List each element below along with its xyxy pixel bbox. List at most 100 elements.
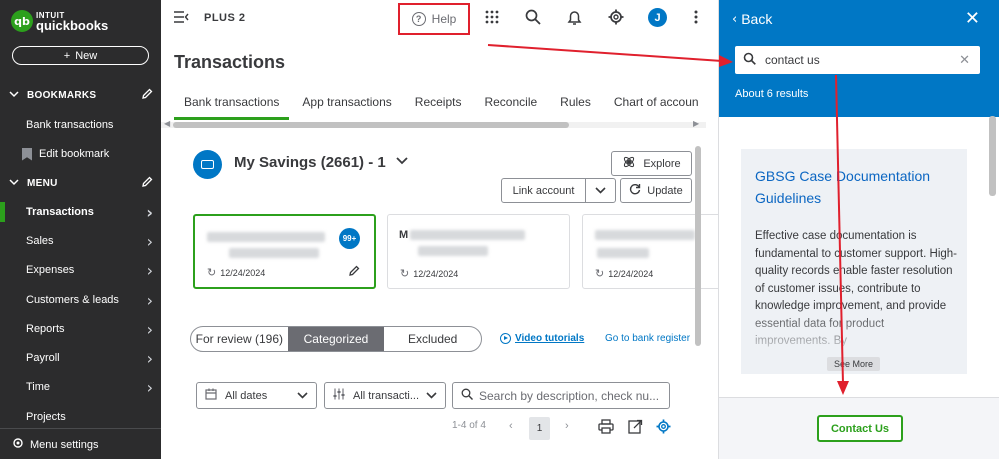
- transaction-search-input[interactable]: Search by description, check nu...: [452, 382, 670, 409]
- sidebar-item-edit-bookmark[interactable]: Edit bookmark: [0, 144, 161, 164]
- segment-categorized[interactable]: Categorized: [287, 327, 385, 351]
- sidebar-item-bank-transactions[interactable]: Bank transactions: [0, 115, 161, 135]
- clear-search-icon[interactable]: ✕: [959, 53, 970, 68]
- tab-bank-transactions[interactable]: Bank transactions: [174, 91, 290, 120]
- sidebar-item-payroll[interactable]: Payroll ›: [0, 348, 161, 368]
- help-article-card[interactable]: GBSG Case Documentation Guidelines Effec…: [741, 149, 967, 374]
- bank-register-link[interactable]: Go to bank register: [605, 333, 690, 344]
- bookmarks-section-header[interactable]: BOOKMARKS: [0, 88, 161, 102]
- export-icon[interactable]: [628, 419, 643, 438]
- card-visible-text: M: [399, 229, 409, 241]
- chevron-down-icon: [297, 389, 308, 402]
- gear-icon[interactable]: [608, 9, 624, 29]
- help-search-value: contact us: [765, 53, 820, 67]
- search-icon: [461, 388, 473, 403]
- edit-bookmarks-pencil-icon[interactable]: [141, 88, 153, 103]
- main-scrollbar-thumb[interactable]: [695, 146, 701, 346]
- see-more-button[interactable]: See More: [827, 357, 881, 371]
- date-filter-select[interactable]: All dates: [196, 382, 317, 409]
- tabs-scrollbar-thumb[interactable]: [173, 122, 569, 128]
- link-account-button[interactable]: Link account: [501, 178, 586, 203]
- menu-settings-button[interactable]: Menu settings: [12, 437, 98, 452]
- account-card[interactable]: M ↻ 12/24/2024: [387, 214, 570, 289]
- tab-app-transactions[interactable]: App transactions: [292, 91, 401, 120]
- account-card[interactable]: 99+ ↻ 12/24/2024: [193, 214, 376, 289]
- sidebar-item-expenses[interactable]: Expenses ›: [0, 260, 161, 280]
- tab-receipts[interactable]: Receipts: [405, 91, 472, 120]
- sidebar-item-label: Edit bookmark: [39, 148, 110, 160]
- help-panel-scrollbar-thumb[interactable]: [989, 116, 996, 196]
- transaction-type-filter-select[interactable]: All transacti...: [324, 382, 446, 409]
- link-account-dropdown[interactable]: [585, 178, 616, 203]
- explore-icon: [622, 155, 636, 172]
- quickbooks-logo[interactable]: qb INTUIT quickbooks: [11, 10, 108, 32]
- avatar[interactable]: J: [648, 8, 667, 27]
- sidebar-item-transactions[interactable]: Transactions ›: [0, 202, 161, 222]
- new-button-label: New: [75, 49, 98, 62]
- help-search-input[interactable]: contact us ✕: [735, 46, 980, 74]
- redacted-text: [229, 248, 319, 258]
- menu-section-header[interactable]: MENU: [0, 176, 161, 190]
- quickbooks-logo-mark: qb: [11, 10, 33, 32]
- settings-gear-icon[interactable]: [656, 419, 671, 438]
- sidebar-item-label: Sales: [26, 235, 54, 247]
- help-panel-footer: Contact Us: [719, 397, 999, 459]
- apps-icon[interactable]: [485, 9, 499, 28]
- gear-icon: [12, 437, 24, 452]
- review-count-badge: 99+: [339, 228, 360, 249]
- bookmarks-label: BOOKMARKS: [27, 89, 97, 101]
- tab-rules[interactable]: Rules: [550, 91, 601, 120]
- redacted-text: [418, 246, 488, 256]
- results-count: About 6 results: [735, 88, 809, 100]
- chevron-right-icon: ›: [146, 290, 153, 310]
- edit-card-pencil-icon[interactable]: [348, 265, 360, 280]
- bookmark-icon: [22, 147, 32, 161]
- bell-icon[interactable]: [567, 9, 582, 30]
- account-chevron-down-icon[interactable]: [396, 154, 408, 169]
- back-button[interactable]: ‹ Back: [732, 11, 772, 27]
- plus-icon: +: [63, 49, 71, 62]
- contact-us-button[interactable]: Contact Us: [817, 415, 903, 442]
- print-icon[interactable]: [598, 419, 614, 438]
- sidebar-item-reports[interactable]: Reports ›: [0, 319, 161, 339]
- previous-page-icon[interactable]: ‹: [509, 420, 513, 432]
- update-button[interactable]: Update: [620, 178, 692, 203]
- scroll-right-icon[interactable]: ▶: [693, 119, 699, 128]
- sidebar-item-label: Reports: [26, 323, 65, 335]
- chevron-down-icon: [9, 89, 21, 101]
- new-button[interactable]: + New: [12, 46, 149, 65]
- sidebar-item-projects[interactable]: Projects: [0, 407, 161, 427]
- account-name[interactable]: My Savings (2661) - 1: [234, 154, 386, 171]
- card-updated-date: ↻ 12/24/2024: [595, 267, 654, 280]
- tab-chart-of-accounts[interactable]: Chart of accoun: [604, 91, 709, 120]
- redacted-text: [410, 230, 525, 240]
- tab-reconcile[interactable]: Reconcile: [474, 91, 547, 120]
- video-tutorials-link[interactable]: Video tutorials: [500, 333, 584, 344]
- more-vertical-icon[interactable]: [694, 9, 698, 28]
- sync-icon: ↻: [595, 267, 605, 280]
- help-button[interactable]: ? Help: [398, 3, 470, 35]
- current-page[interactable]: 1: [529, 417, 550, 440]
- segment-for-review[interactable]: For review (196): [191, 327, 288, 351]
- chevron-right-icon: ›: [146, 348, 153, 368]
- sidebar-item-time[interactable]: Time ›: [0, 377, 161, 397]
- sidebar-item-sales[interactable]: Sales ›: [0, 231, 161, 251]
- chevron-right-icon: ›: [146, 202, 153, 222]
- sidebar-item-customers-leads[interactable]: Customers & leads ›: [0, 290, 161, 310]
- search-icon[interactable]: [525, 9, 541, 29]
- sidebar-item-label: Projects: [26, 411, 66, 423]
- pagination-range: 1-4 of 4: [452, 420, 486, 431]
- scroll-left-icon[interactable]: ◀: [164, 119, 170, 128]
- chevron-left-icon: ‹: [732, 11, 738, 27]
- close-icon[interactable]: ✕: [965, 8, 980, 29]
- edit-menu-pencil-icon[interactable]: [141, 176, 153, 191]
- next-page-icon[interactable]: ›: [565, 420, 569, 432]
- explore-button[interactable]: Explore: [611, 151, 692, 176]
- chevron-right-icon: ›: [146, 260, 153, 280]
- collapse-menu-icon[interactable]: [174, 10, 189, 26]
- update-label: Update: [647, 184, 683, 197]
- card-updated-date: ↻ 12/24/2024: [400, 267, 459, 280]
- play-icon: [500, 333, 511, 344]
- segment-excluded[interactable]: Excluded: [384, 327, 481, 351]
- article-title[interactable]: GBSG Case Documentation Guidelines: [755, 165, 960, 209]
